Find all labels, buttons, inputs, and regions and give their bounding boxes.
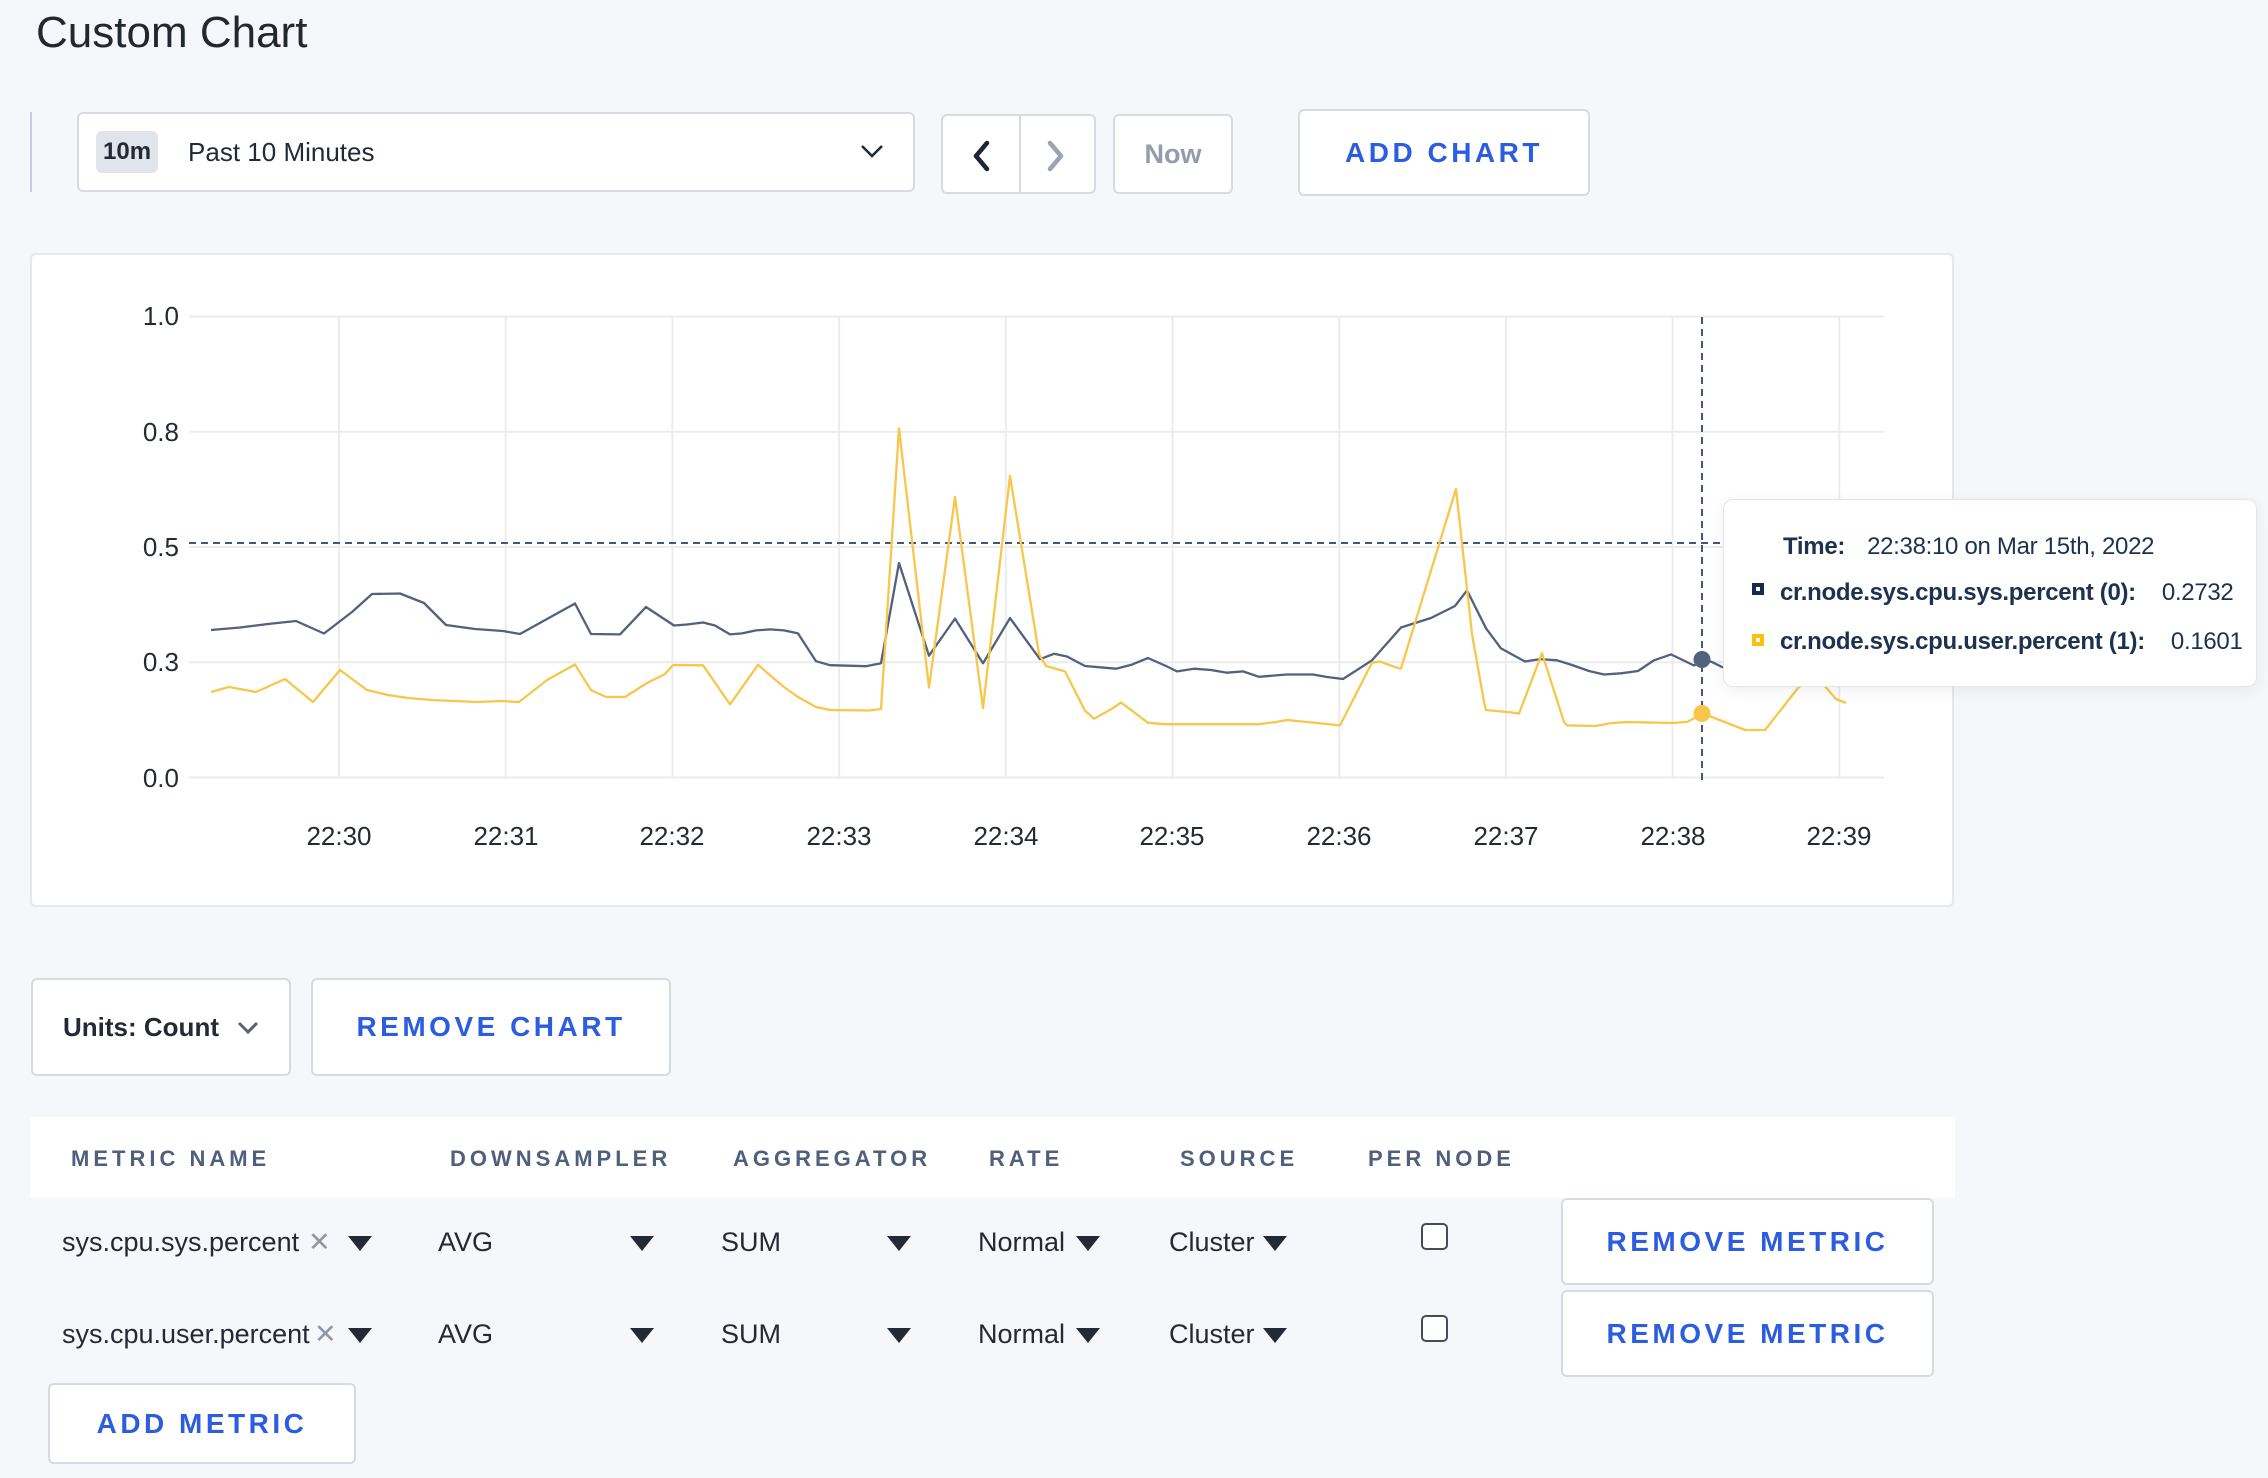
svg-text:22:37: 22:37 bbox=[1473, 821, 1538, 851]
svg-text:22:31: 22:31 bbox=[473, 821, 538, 851]
svg-text:22:30: 22:30 bbox=[306, 821, 371, 851]
svg-text:22:35: 22:35 bbox=[1139, 821, 1204, 851]
svg-text:22:39: 22:39 bbox=[1806, 821, 1871, 851]
svg-text:22:36: 22:36 bbox=[1306, 821, 1371, 851]
svg-text:22:38: 22:38 bbox=[1640, 821, 1705, 851]
svg-text:0.8: 0.8 bbox=[143, 417, 179, 447]
svg-text:22:32: 22:32 bbox=[639, 821, 704, 851]
svg-text:1.0: 1.0 bbox=[143, 301, 179, 331]
svg-text:22:34: 22:34 bbox=[973, 821, 1038, 851]
svg-text:0.0: 0.0 bbox=[143, 763, 179, 793]
svg-text:0.5: 0.5 bbox=[143, 532, 179, 562]
svg-text:0.3: 0.3 bbox=[143, 647, 179, 677]
svg-text:22:33: 22:33 bbox=[806, 821, 871, 851]
